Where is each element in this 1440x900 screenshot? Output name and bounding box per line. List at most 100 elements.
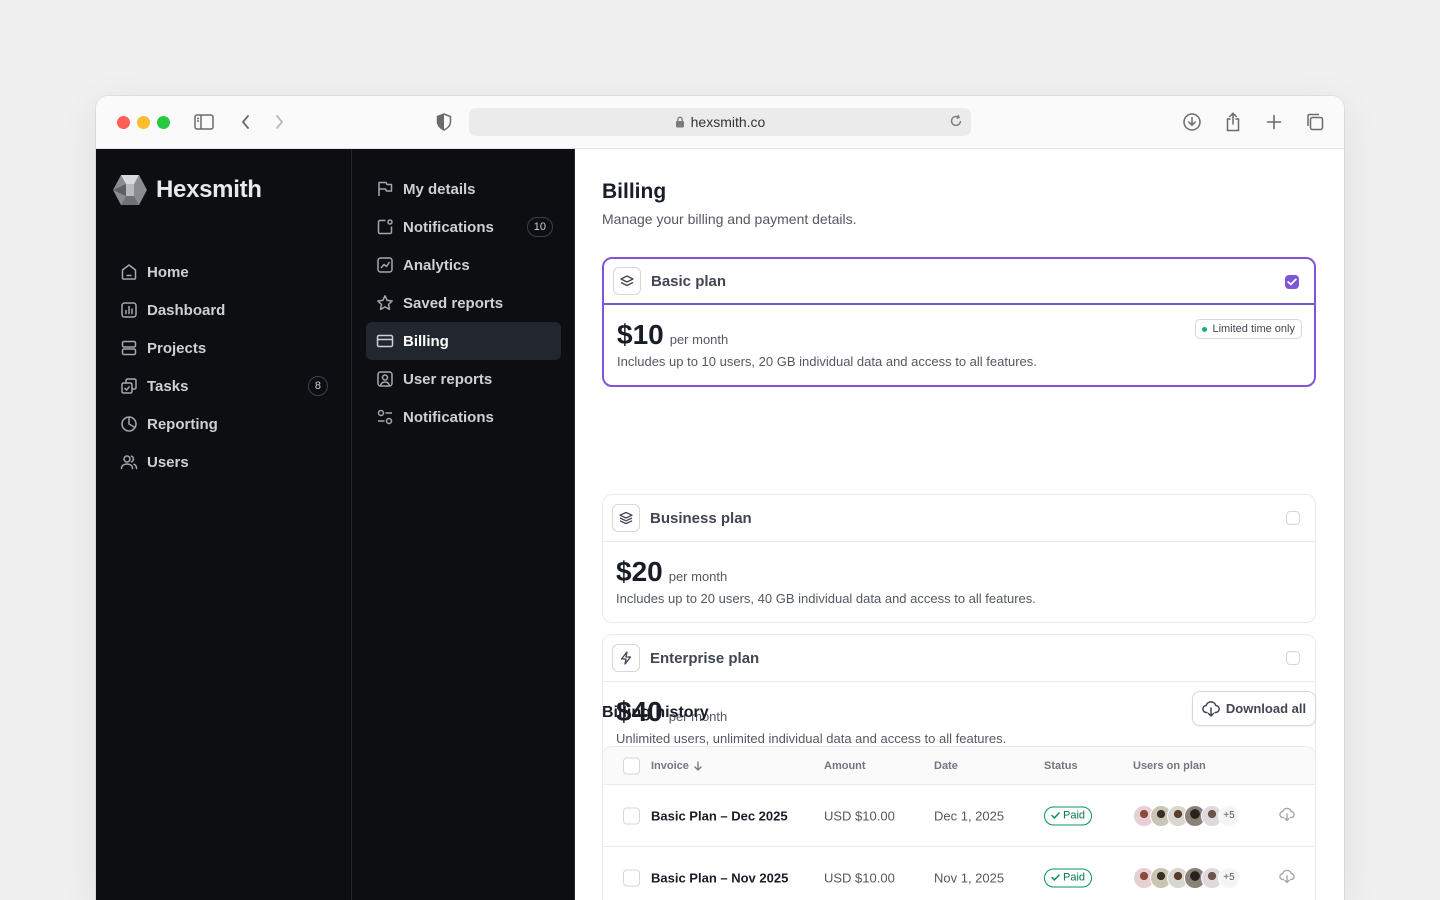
privacy-shield-icon[interactable] xyxy=(433,111,455,133)
table-header: Invoice Amount Date Status Users on plan xyxy=(603,747,1315,785)
hexsmith-logo-icon xyxy=(113,175,147,205)
reload-icon[interactable] xyxy=(949,114,963,128)
column-header-amount: Amount xyxy=(824,759,866,772)
notifications-count-badge: 10 xyxy=(526,217,553,237)
tasks-count-badge: 8 xyxy=(307,376,328,396)
nav-item-users[interactable]: Users xyxy=(112,443,336,481)
table-row: Basic Plan – Dec 2025 USD $10.00 Dec 1, … xyxy=(603,785,1315,847)
nav-item-reporting[interactable]: Reporting xyxy=(112,405,336,443)
layers-icon xyxy=(121,340,137,356)
nav-label: Tasks xyxy=(147,377,189,395)
plan-card-business[interactable]: Business plan $20 per month Includes up … xyxy=(602,494,1316,623)
row-checkbox[interactable] xyxy=(623,807,640,824)
nav-label: Billing xyxy=(403,332,449,350)
invoice-amount: USD $10.00 xyxy=(824,808,895,823)
lock-icon xyxy=(675,116,684,128)
nav-item-notifications-2[interactable]: Notifications xyxy=(366,398,561,436)
main-content: Billing Manage your billing and payment … xyxy=(575,149,1344,900)
invoice-name: Basic Plan – Nov 2025 xyxy=(651,870,789,885)
plan-header: Enterprise plan xyxy=(603,635,1315,682)
invoice-name: Basic Plan – Dec 2025 xyxy=(651,808,788,823)
billing-history-title: Billing history xyxy=(602,704,709,721)
browser-window: hexsmith.co Hexsmith Home Dashboard Proj… xyxy=(96,96,1344,900)
more-users-count: +5 xyxy=(1218,866,1240,889)
new-tab-icon[interactable] xyxy=(1263,111,1285,133)
flag-icon xyxy=(378,181,393,196)
plan-name: Business plan xyxy=(650,509,752,527)
nav-item-user-reports[interactable]: User reports xyxy=(366,360,561,398)
select-all-checkbox[interactable] xyxy=(623,757,640,774)
status-dot-icon xyxy=(1202,326,1208,332)
nav-label: My details xyxy=(403,180,476,198)
downloads-icon[interactable] xyxy=(1181,111,1203,133)
page-title: Billing xyxy=(602,180,667,203)
plan-checkbox[interactable] xyxy=(1286,651,1300,665)
users-avatar-group: +5 xyxy=(1133,804,1240,827)
bar-chart-icon xyxy=(121,302,137,318)
nav-item-analytics[interactable]: Analytics xyxy=(366,246,561,284)
plan-period: per month xyxy=(669,332,729,347)
plan-price: $10 xyxy=(617,319,664,350)
plan-checkbox[interactable] xyxy=(1286,511,1300,525)
credit-card-icon xyxy=(376,334,394,348)
share-icon[interactable] xyxy=(1222,111,1244,133)
line-chart-icon xyxy=(377,257,393,273)
nav-label: Reporting xyxy=(147,415,218,433)
sidebar-toggle-icon[interactable] xyxy=(193,111,215,133)
cloud-download-icon[interactable] xyxy=(1279,869,1295,886)
table-row: Basic Plan – Nov 2025 USD $10.00 Nov 1, … xyxy=(603,847,1315,900)
nav-item-my-details[interactable]: My details xyxy=(366,170,561,208)
plan-card-basic[interactable]: Basic plan $10 per month Includes up to … xyxy=(602,257,1316,387)
nav-label: Projects xyxy=(147,339,207,357)
plan-body: $20 per month Includes up to 20 users, 4… xyxy=(603,542,1315,622)
nav-item-dashboard[interactable]: Dashboard xyxy=(112,291,336,329)
badge-label: Limited time only xyxy=(1212,323,1295,335)
download-all-button[interactable]: Download all xyxy=(1192,691,1316,726)
nav-item-saved-reports[interactable]: Saved reports xyxy=(366,284,561,322)
plan-checkbox[interactable] xyxy=(1285,275,1299,289)
zoom-window-button[interactable] xyxy=(157,116,170,129)
plan-description: Includes up to 20 users, 40 GB individua… xyxy=(616,591,1036,606)
nav-label: User reports xyxy=(403,370,493,388)
invoice-date: Dec 1, 2025 xyxy=(934,808,1005,823)
nav-label: Saved reports xyxy=(403,294,504,312)
cloud-download-icon xyxy=(1202,700,1220,717)
tab-overview-icon[interactable] xyxy=(1304,111,1326,133)
star-icon xyxy=(377,295,393,311)
url-text: hexsmith.co xyxy=(690,114,766,130)
back-icon[interactable] xyxy=(235,111,257,133)
column-header-date: Date xyxy=(934,759,958,772)
plan-header: Basic plan xyxy=(604,259,1314,305)
cloud-download-icon[interactable] xyxy=(1279,807,1295,824)
nav-item-projects[interactable]: Projects xyxy=(112,329,336,367)
address-bar[interactable]: hexsmith.co xyxy=(469,108,971,136)
plan-body: $10 per month Includes up to 10 users, 2… xyxy=(604,305,1314,385)
nav-item-tasks[interactable]: Tasks 8 xyxy=(112,367,336,405)
notification-box-icon xyxy=(377,219,393,235)
plan-name: Enterprise plan xyxy=(650,649,760,667)
column-label: Invoice xyxy=(651,759,689,772)
settings-nav: My details Notifications 10 Analytics Sa… xyxy=(366,170,561,436)
nav-label: Notifications xyxy=(403,408,494,426)
nav-item-notifications[interactable]: Notifications 10 xyxy=(366,208,561,246)
nav-item-home[interactable]: Home xyxy=(112,253,336,291)
close-window-button[interactable] xyxy=(117,116,130,129)
column-header-invoice[interactable]: Invoice xyxy=(651,760,703,772)
billing-history-table: Invoice Amount Date Status Users on plan… xyxy=(602,746,1316,900)
primary-nav: Home Dashboard Projects Tasks 8 Reportin… xyxy=(112,253,336,481)
users-avatar-group: +5 xyxy=(1133,866,1240,889)
plan-description: Includes up to 10 users, 20 GB individua… xyxy=(617,354,1037,369)
row-checkbox[interactable] xyxy=(623,869,640,886)
users-icon xyxy=(120,455,138,470)
nav-label: Dashboard xyxy=(147,301,226,319)
nav-label: Notifications xyxy=(403,218,494,236)
status-label: Paid xyxy=(1063,809,1086,822)
app-logo[interactable]: Hexsmith xyxy=(112,173,262,207)
minimize-window-button[interactable] xyxy=(137,116,150,129)
check-icon xyxy=(1051,874,1060,881)
app-name: Hexsmith xyxy=(156,176,262,203)
nav-item-billing[interactable]: Billing xyxy=(366,322,561,360)
forward-icon[interactable] xyxy=(268,111,290,133)
limited-time-badge: Limited time only xyxy=(1195,319,1302,339)
toggle-icon xyxy=(377,409,393,425)
